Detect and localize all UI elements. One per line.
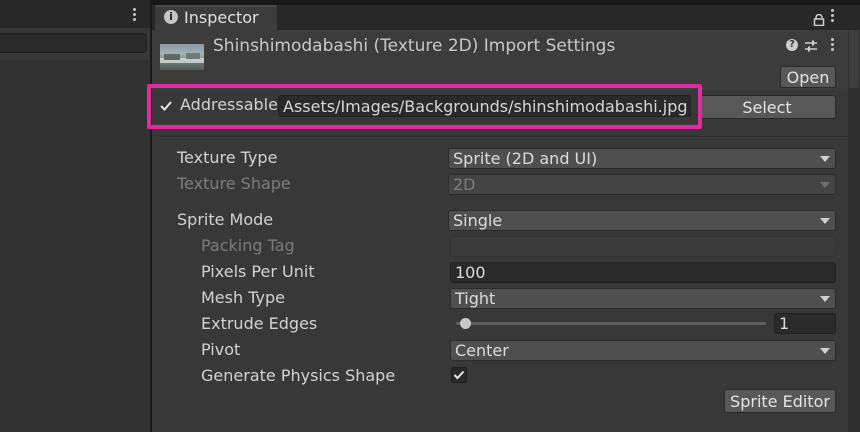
chevron-down-icon bbox=[820, 182, 830, 188]
inspector-menu-icon[interactable] bbox=[826, 7, 838, 25]
sprite-mode-dropdown[interactable]: Single bbox=[448, 210, 836, 231]
packing-tag-field bbox=[450, 236, 836, 257]
chevron-down-icon bbox=[820, 296, 830, 302]
texture-thumbnail bbox=[160, 44, 204, 70]
header-menu-icon[interactable] bbox=[826, 36, 838, 54]
inspector-scrollbar[interactable] bbox=[848, 30, 860, 432]
select-button[interactable]: Select bbox=[698, 95, 836, 119]
pixels-per-unit-label: Pixels Per Unit bbox=[201, 262, 315, 281]
page-title: Shinshimodabashi (Texture 2D) Import Set… bbox=[213, 36, 616, 56]
extrude-edges-field[interactable]: 1 bbox=[774, 313, 836, 334]
generate-physics-shape-checkbox[interactable] bbox=[451, 367, 467, 383]
info-icon: i bbox=[164, 10, 178, 24]
pixels-per-unit-field[interactable]: 100 bbox=[450, 262, 836, 283]
extrude-edges-slider[interactable] bbox=[456, 322, 766, 325]
texture-type-label: Texture Type bbox=[177, 148, 278, 167]
pivot-value: Center bbox=[455, 341, 509, 360]
sprite-mode-value: Single bbox=[453, 211, 503, 230]
divider bbox=[160, 136, 850, 137]
extrude-edges-label: Extrude Edges bbox=[201, 314, 318, 333]
texture-type-dropdown[interactable]: Sprite (2D and UI) bbox=[448, 148, 836, 169]
help-icon[interactable]: ? bbox=[786, 39, 798, 51]
sprite-mode-label: Sprite Mode bbox=[177, 210, 274, 229]
packing-tag-label: Packing Tag bbox=[201, 236, 295, 255]
texture-shape-label: Texture Shape bbox=[177, 174, 291, 193]
chevron-down-icon bbox=[820, 156, 830, 162]
mesh-type-dropdown[interactable]: Tight bbox=[450, 288, 836, 309]
settings-sliders-icon[interactable] bbox=[804, 38, 818, 52]
inspector-tab-label: Inspector bbox=[184, 8, 259, 27]
texture-type-value: Sprite (2D and UI) bbox=[453, 149, 598, 168]
left-panel-search-input[interactable] bbox=[0, 33, 147, 53]
open-button[interactable]: Open bbox=[780, 66, 836, 88]
lock-icon[interactable] bbox=[813, 11, 825, 27]
extrude-edges-slider-thumb[interactable] bbox=[460, 318, 472, 329]
texture-shape-dropdown: 2D bbox=[448, 174, 836, 195]
left-panel-menu-icon[interactable] bbox=[128, 6, 140, 24]
left-panel-content bbox=[0, 60, 150, 432]
highlight-annotation bbox=[147, 84, 702, 129]
pivot-label: Pivot bbox=[201, 340, 241, 359]
chevron-down-icon bbox=[820, 218, 830, 224]
generate-physics-shape-label: Generate Physics Shape bbox=[201, 366, 396, 385]
sprite-editor-button[interactable]: Sprite Editor bbox=[724, 389, 836, 413]
texture-shape-value: 2D bbox=[453, 175, 476, 194]
mesh-type-label: Mesh Type bbox=[201, 288, 285, 307]
chevron-down-icon bbox=[820, 348, 830, 354]
pivot-dropdown[interactable]: Center bbox=[450, 340, 836, 361]
inspector-scroll-thumb[interactable] bbox=[849, 30, 859, 88]
mesh-type-value: Tight bbox=[455, 289, 496, 308]
